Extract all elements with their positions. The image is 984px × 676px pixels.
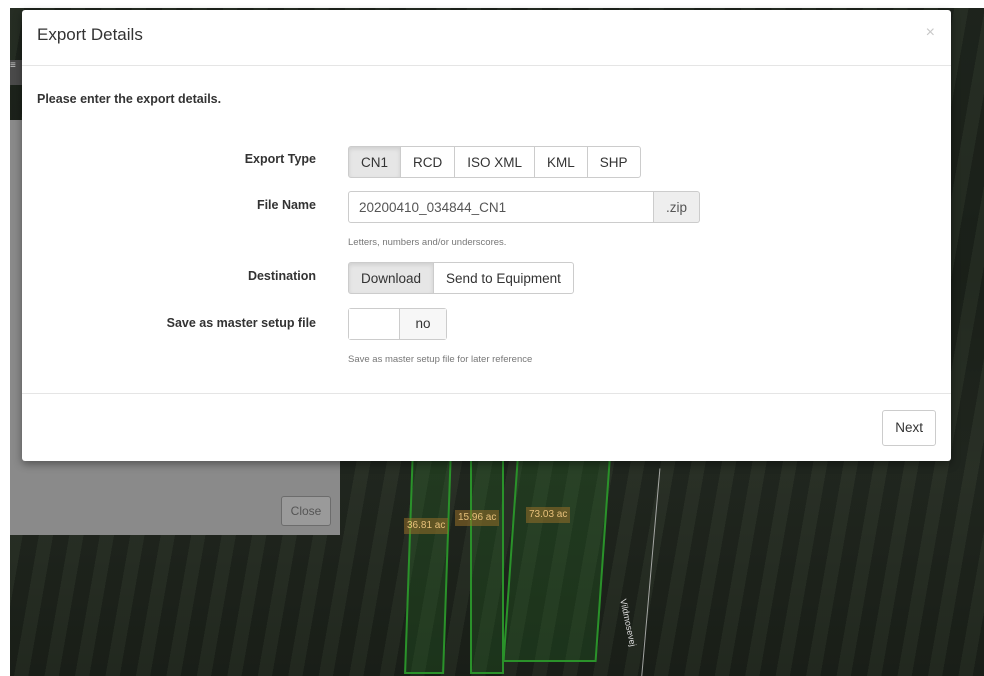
export-type-kml[interactable]: KML <box>534 146 588 178</box>
destination-group: Download Send to Equipment <box>348 262 574 294</box>
destination-download[interactable]: Download <box>348 262 435 294</box>
file-name-label: File Name <box>256 198 316 212</box>
master-setup-label: Save as master setup file <box>166 316 316 330</box>
close-icon[interactable]: × <box>926 24 935 42</box>
acre-label: 36.81 ac <box>404 518 449 534</box>
toggle-handle[interactable] <box>349 309 400 339</box>
modal-title: Export Details <box>37 25 143 44</box>
acre-label: 15.96 ac <box>455 510 500 526</box>
file-name-help: Letters, numbers and/or underscores. <box>348 237 507 248</box>
toggle-state: no <box>400 309 446 339</box>
intro-text: Please enter the export details. <box>37 92 222 106</box>
export-type-rcd[interactable]: RCD <box>400 146 456 178</box>
export-type-cn1[interactable]: CN1 <box>348 146 402 178</box>
destination-label: Destination <box>247 269 316 283</box>
master-setup-toggle[interactable]: no <box>348 308 447 340</box>
next-button[interactable]: Next <box>882 410 936 446</box>
close-button[interactable]: Close <box>281 496 331 526</box>
file-extension-addon: .zip <box>654 191 701 223</box>
file-name-group: .zip <box>348 191 701 223</box>
export-type-shp[interactable]: SHP <box>586 146 641 178</box>
modal-footer <box>22 393 951 394</box>
export-type-iso-xml[interactable]: ISO XML <box>454 146 536 178</box>
export-type-group: CN1 RCD ISO XML KML SHP <box>348 146 641 178</box>
destination-send-to-equipment[interactable]: Send to Equipment <box>433 262 574 294</box>
modal-header: Export Details × <box>22 10 951 66</box>
acre-label: 73.03 ac <box>526 507 571 523</box>
master-setup-help: Save as master setup file for later refe… <box>348 354 533 365</box>
export-type-label: Export Type <box>244 152 316 166</box>
file-name-input[interactable] <box>348 191 654 223</box>
export-details-modal: Export Details × Please enter the export… <box>22 10 951 461</box>
